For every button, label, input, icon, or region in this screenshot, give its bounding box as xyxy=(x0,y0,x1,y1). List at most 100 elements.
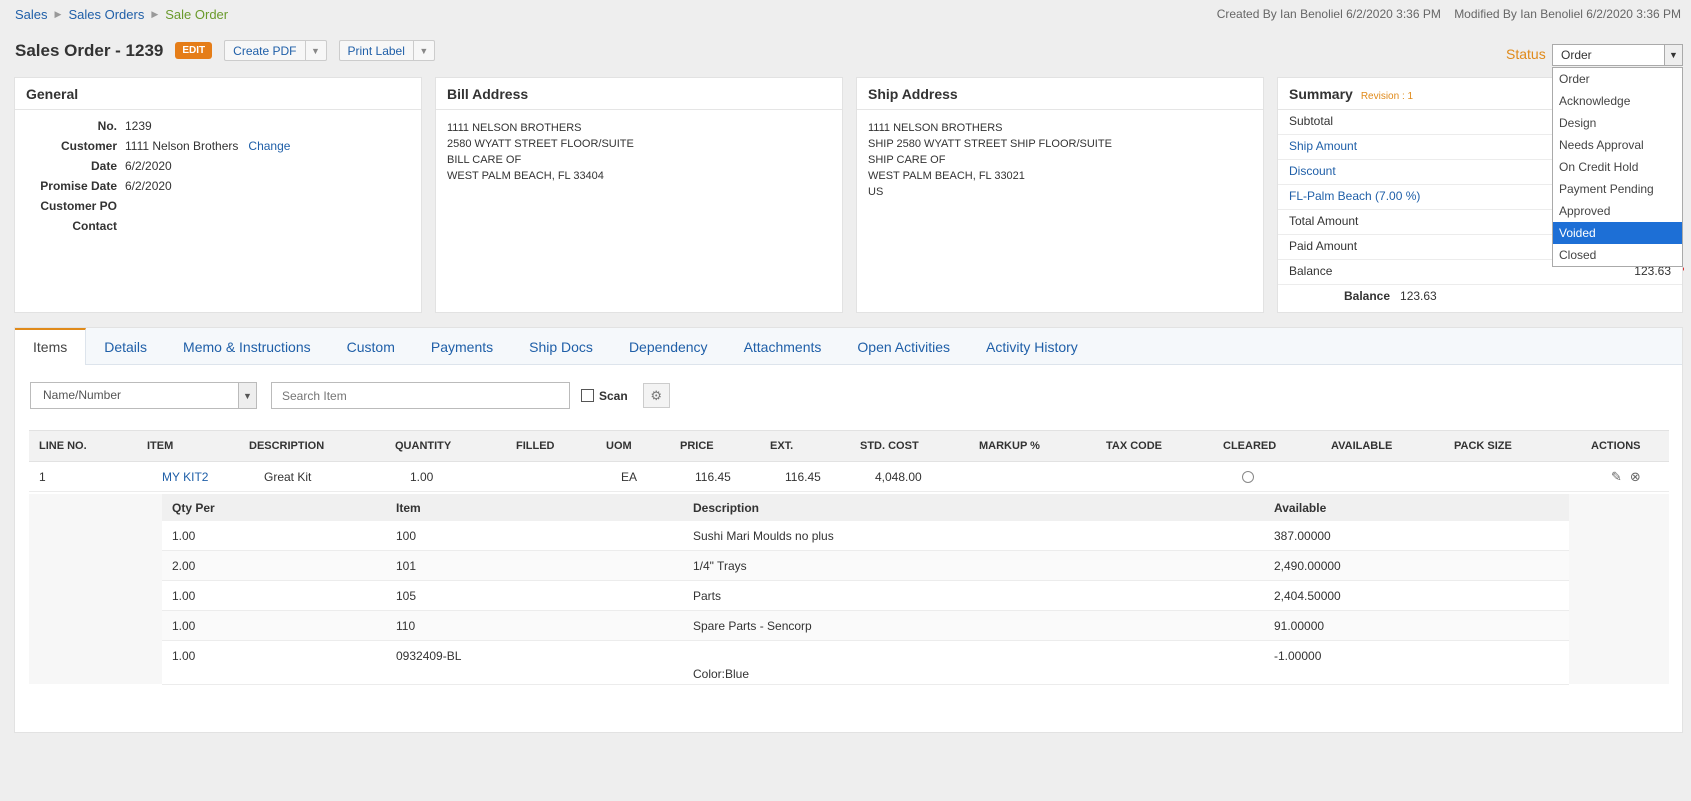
create-pdf-button[interactable]: Create PDF xyxy=(225,41,306,60)
status-option-approved[interactable]: Approved xyxy=(1553,200,1682,222)
kit-qty: 1.00 xyxy=(172,529,196,543)
status-option-acknowledge[interactable]: Acknowledge xyxy=(1553,90,1682,112)
item-link[interactable]: MY KIT2 xyxy=(162,462,208,491)
bill-address-lines: 1111 NELSON BROTHERS 2580 WYATT STREET F… xyxy=(436,110,842,194)
column-header[interactable]: QUANTITY xyxy=(395,431,451,461)
address-line: BILL CARE OF xyxy=(447,154,522,166)
kit-qty: 1.00 xyxy=(172,649,196,663)
item-ext: 116.45 xyxy=(785,469,821,484)
column-header[interactable]: MARKUP % xyxy=(979,431,1040,461)
chevron-right-icon: ▶ xyxy=(54,8,62,19)
kit-available: -1.00000 xyxy=(1274,649,1322,663)
column-header[interactable]: CLEARED xyxy=(1223,431,1276,461)
tab-items[interactable]: Items xyxy=(15,328,87,365)
summary-balance-footer: Balance 123.63 xyxy=(1344,289,1437,303)
status-option-needs-approval[interactable]: Needs Approval xyxy=(1553,134,1682,156)
status-option-design[interactable]: Design xyxy=(1553,112,1682,134)
delete-icon[interactable]: ⊗ xyxy=(1630,469,1641,485)
kit-item: 105 xyxy=(396,589,417,603)
chevron-down-icon[interactable]: ▼ xyxy=(414,41,434,60)
modified-by: Modified By Ian Benoliel 6/2/2020 3:36 P… xyxy=(1454,7,1681,21)
ship-address-title: Ship Address xyxy=(857,78,1263,110)
search-type-select[interactable]: Name/Number ▼ xyxy=(30,382,257,409)
field-customer-po: Customer PO xyxy=(40,199,117,213)
chevron-down-icon[interactable]: ▼ xyxy=(306,41,326,60)
gear-icon[interactable]: ⚙ xyxy=(642,383,670,408)
kit-qty: 2.00 xyxy=(172,559,196,573)
address-line: 2580 WYATT STREET FLOOR/SUITE xyxy=(447,138,634,150)
kit-description: Parts xyxy=(693,589,722,603)
tab-activity-history[interactable]: Activity History xyxy=(968,328,1096,364)
top-bar: Sales ▶ Sales Orders ▶ Sale Order Create… xyxy=(15,4,1681,24)
kit-item: 110 xyxy=(396,619,416,633)
column-header[interactable]: TAX CODE xyxy=(1106,431,1162,461)
breadcrumb-sales[interactable]: Sales xyxy=(15,7,48,22)
status-option-on-credit-hold[interactable]: On Credit Hold xyxy=(1553,156,1682,178)
item-price: 116.45 xyxy=(695,469,731,484)
column-header[interactable]: UOM xyxy=(606,431,632,461)
tab-dependency[interactable]: Dependency xyxy=(611,328,726,364)
breadcrumb: Sales ▶ Sales Orders ▶ Sale Order xyxy=(15,7,228,22)
status-option-voided[interactable]: Voided xyxy=(1553,222,1682,244)
chevron-down-icon[interactable]: ▼ xyxy=(238,383,256,408)
row-actions: ✎ ⊗ xyxy=(1611,462,1649,491)
cleared-radio[interactable] xyxy=(1242,462,1254,491)
status-option-order[interactable]: Order xyxy=(1553,68,1682,90)
status-option-payment-pending[interactable]: Payment Pending xyxy=(1553,178,1682,200)
tab-open-activities[interactable]: Open Activities xyxy=(839,328,968,364)
column-header[interactable]: ITEM xyxy=(147,431,173,461)
column-header[interactable]: LINE NO. xyxy=(39,431,87,461)
edit-button[interactable]: EDIT xyxy=(175,42,213,59)
column-header[interactable]: EXT. xyxy=(770,431,793,461)
detail-panel: Items Details Memo & Instructions Custom… xyxy=(14,327,1683,733)
kit-qty: 1.00 xyxy=(172,619,196,633)
print-label-button[interactable]: Print Label xyxy=(340,41,414,60)
search-item-input[interactable] xyxy=(271,382,570,409)
tab-ship-docs[interactable]: Ship Docs xyxy=(511,328,611,364)
ship-address-lines: 1111 NELSON BROTHERS SHIP 2580 WYATT STR… xyxy=(857,110,1263,210)
column-header[interactable]: PACK SIZE xyxy=(1454,431,1512,461)
address-line: 1111 NELSON BROTHERS xyxy=(447,122,582,134)
radio-icon[interactable] xyxy=(1242,470,1254,483)
status-option-closed[interactable]: Closed xyxy=(1553,244,1682,266)
address-line: SHIP CARE OF xyxy=(868,154,946,166)
header: Sales Order - 1239 EDIT Create PDF ▼ Pri… xyxy=(15,40,447,61)
column-header[interactable]: PRICE xyxy=(680,431,714,461)
items-table: LINE NO. ITEM DESCRIPTION QUANTITY FILLE… xyxy=(29,430,1669,685)
page-title: Sales Order - 1239 xyxy=(15,40,164,60)
tab-custom[interactable]: Custom xyxy=(329,328,413,364)
column-header[interactable]: STD. COST xyxy=(860,431,919,461)
change-customer-link[interactable]: Change xyxy=(248,136,290,156)
status-select[interactable]: Order ▼ xyxy=(1552,44,1683,66)
address-line: SHIP 2580 WYATT STREET SHIP FLOOR/SUITE xyxy=(868,138,1112,150)
scan-checkbox[interactable] xyxy=(581,389,594,402)
kit-description: Sushi Mari Moulds no plus xyxy=(693,529,834,543)
kit-available: 2,490.00000 xyxy=(1274,559,1341,573)
tab-attachments[interactable]: Attachments xyxy=(726,328,840,364)
kit-description: 1/4" Trays xyxy=(693,559,747,573)
breadcrumb-sales-orders[interactable]: Sales Orders xyxy=(68,7,144,22)
column-header[interactable]: FILLED xyxy=(516,431,555,461)
record-meta: Created By Ian Benoliel 6/2/2020 3:36 PM… xyxy=(1207,7,1681,21)
tab-details[interactable]: Details xyxy=(86,328,165,364)
column-header[interactable]: AVAILABLE xyxy=(1331,431,1392,461)
scan-toggle[interactable]: Scan xyxy=(581,389,628,403)
tab-memo-instructions[interactable]: Memo & Instructions xyxy=(165,328,329,364)
column-header: Item xyxy=(396,500,421,515)
column-header[interactable]: DESCRIPTION xyxy=(249,431,324,461)
kit-item: 101 xyxy=(396,559,417,573)
kit-row: 1.00 105 Parts 2,404.50000 xyxy=(162,581,1569,611)
chevron-down-icon[interactable]: ▼ xyxy=(1664,45,1682,65)
tab-payments[interactable]: Payments xyxy=(413,328,511,364)
print-label-split-button: Print Label ▼ xyxy=(338,40,435,61)
edit-icon[interactable]: ✎ xyxy=(1611,469,1622,485)
kit-description: Color:Blue xyxy=(693,667,750,681)
tab-bar: Items Details Memo & Instructions Custom… xyxy=(15,328,1682,365)
created-by: Created By Ian Benoliel 6/2/2020 3:36 PM xyxy=(1216,7,1441,21)
customer-link[interactable]: 1111 Nelson Brothers xyxy=(125,136,238,156)
item-uom: EA xyxy=(621,469,638,484)
field-no: No. 1239 xyxy=(97,119,152,133)
item-description: Great Kit xyxy=(264,469,312,484)
kit-item: 100 xyxy=(396,529,417,543)
bill-address-title: Bill Address xyxy=(436,78,842,110)
